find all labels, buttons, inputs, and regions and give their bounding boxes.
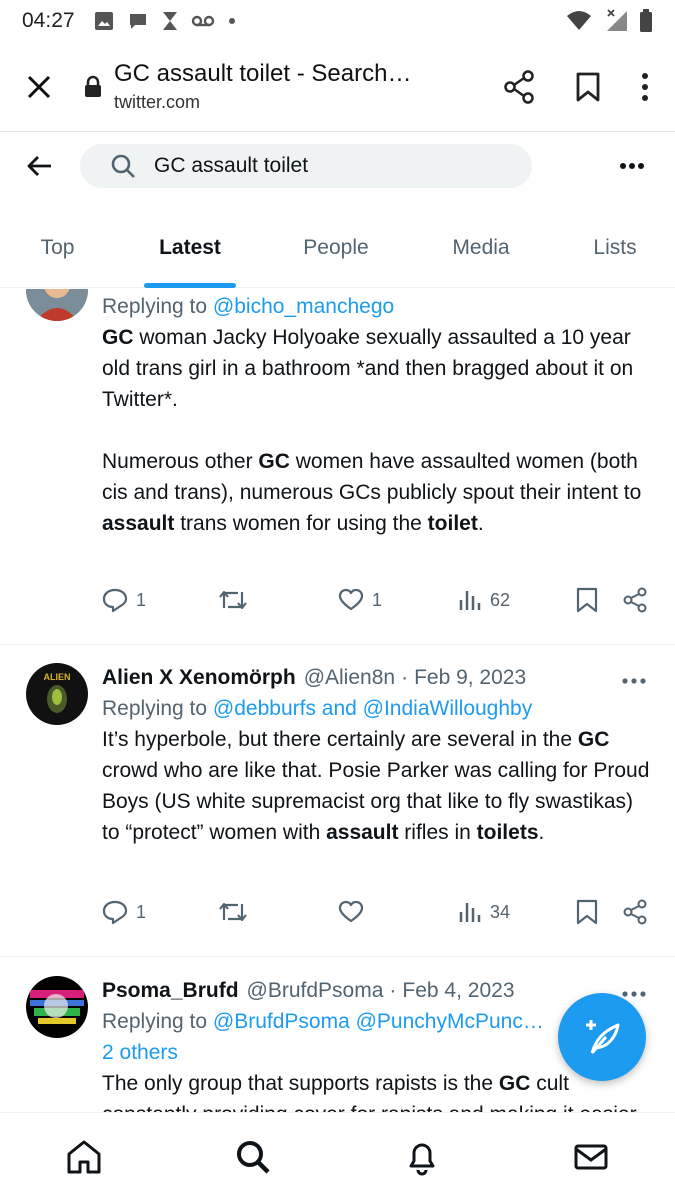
share-button[interactable] xyxy=(622,587,648,613)
reply-button[interactable]: 1 xyxy=(102,588,146,612)
battery-icon xyxy=(640,9,652,32)
reply-mention-link[interactable]: @debburfs and @IndiaWilloughby xyxy=(213,697,532,720)
handle[interactable]: @Alien8n xyxy=(304,666,395,690)
bookmark-icon xyxy=(576,587,598,613)
gallery-icon xyxy=(94,12,113,30)
tweet-actions: 1 34 xyxy=(102,897,650,927)
more-horizontal-icon xyxy=(622,678,646,684)
lock-icon xyxy=(85,75,101,97)
avatar-image xyxy=(26,289,88,321)
bookmark-button[interactable] xyxy=(576,587,598,613)
tweet[interactable]: Replying to @bicho_manchego GC woman Jac… xyxy=(0,289,675,645)
replying-to: Replying to @bicho_manchego xyxy=(102,295,395,318)
tweet-text: It’s hyperbole, but there certainly are … xyxy=(102,728,656,844)
display-name[interactable]: Psoma_Brufd xyxy=(102,979,239,1003)
share-icon xyxy=(623,899,647,925)
reply-others-link[interactable]: 2 others xyxy=(102,1041,178,1064)
compose-tweet-button[interactable] xyxy=(558,993,646,1081)
avatar[interactable] xyxy=(26,976,88,1038)
share-icon[interactable] xyxy=(503,69,535,104)
retweet-icon xyxy=(219,902,247,922)
search-icon xyxy=(111,154,135,178)
home-icon[interactable] xyxy=(65,1138,103,1176)
reply-mention-link[interactable]: @BrufdPsoma @PunchyMcPunc… xyxy=(213,1010,544,1033)
voicemail-icon xyxy=(191,15,214,27)
reply-icon xyxy=(102,588,128,612)
views-button[interactable]: 34 xyxy=(458,900,510,924)
more-options-button[interactable] xyxy=(619,157,645,175)
tweet-feed[interactable]: Replying to @bicho_manchego GC woman Jac… xyxy=(0,289,675,1112)
avatar-image xyxy=(26,976,88,1038)
dot-icon xyxy=(228,18,235,24)
heart-icon xyxy=(338,900,364,923)
arrow-left-icon xyxy=(27,156,51,176)
tab-people[interactable]: People xyxy=(265,220,407,276)
page-domain: twitter.com xyxy=(114,92,201,112)
tweet-text: GC woman Jacky Holyoake sexually assault… xyxy=(102,326,648,535)
retweet-button[interactable] xyxy=(218,588,248,612)
tweet-date[interactable]: Feb 4, 2023 xyxy=(402,979,514,1003)
reply-icon xyxy=(102,900,128,924)
tweet-text: The only group that supports rapists is … xyxy=(102,1072,637,1112)
reply-button[interactable]: 1 xyxy=(102,900,146,924)
share-button[interactable] xyxy=(622,899,648,925)
retweet-icon xyxy=(219,590,247,610)
tweet-more-button[interactable] xyxy=(622,666,646,690)
notifications-bell-icon[interactable] xyxy=(403,1138,441,1176)
search-tabs: Top Latest People Media Lists xyxy=(0,220,675,288)
tweet-date[interactable]: Feb 9, 2023 xyxy=(414,666,526,690)
status-bar: 04:27 xyxy=(0,0,675,42)
overflow-menu-icon[interactable] xyxy=(641,72,649,102)
tweet-actions: 1 1 62 xyxy=(102,585,650,615)
search-header: GC assault toilet xyxy=(0,132,675,200)
more-horizontal-icon xyxy=(622,991,646,997)
messages-envelope-icon[interactable] xyxy=(572,1138,610,1176)
tab-top[interactable]: Top xyxy=(0,220,115,276)
close-button[interactable] xyxy=(0,74,78,100)
clock: 04:27 xyxy=(22,9,75,32)
handle[interactable]: @BrufdPsoma xyxy=(247,979,384,1003)
tab-lists[interactable]: Lists xyxy=(555,220,675,276)
hourglass-icon xyxy=(162,12,177,30)
bottom-navigation xyxy=(0,1112,675,1200)
bookmark-icon[interactable] xyxy=(575,72,601,102)
views-icon xyxy=(459,903,481,922)
bookmark-button[interactable] xyxy=(576,899,598,925)
signal-icon xyxy=(607,9,627,31)
search-input[interactable]: GC assault toilet xyxy=(80,144,532,188)
more-horizontal-icon xyxy=(620,163,644,169)
display-name[interactable]: Alien X Xenomörph xyxy=(102,666,296,690)
search-query: GC assault toilet xyxy=(154,154,309,177)
retweet-button[interactable] xyxy=(218,900,248,924)
bookmark-icon xyxy=(576,899,598,925)
reply-mention-link[interactable]: @bicho_manchego xyxy=(213,295,394,318)
avatar[interactable] xyxy=(26,289,88,321)
search-icon[interactable] xyxy=(234,1138,272,1176)
tweet-header: Alien X Xenomörph @Alien8n · Feb 9, 2023 xyxy=(102,663,650,693)
compose-feather-icon xyxy=(586,1020,620,1054)
wifi-icon xyxy=(567,11,591,30)
tweet[interactable]: ALIEN Alien X Xenomörph @Alien8n · Feb 9… xyxy=(0,645,675,957)
tweet-header: Psoma_Brufd @BrufdPsoma · Feb 4, 2023 xyxy=(102,976,650,1006)
chat-icon xyxy=(129,14,146,29)
back-button[interactable] xyxy=(0,155,80,177)
close-icon xyxy=(27,75,51,98)
share-icon xyxy=(623,587,647,613)
like-button[interactable] xyxy=(338,900,364,924)
views-button[interactable]: 62 xyxy=(458,588,510,612)
tab-latest[interactable]: Latest xyxy=(115,220,265,288)
replying-to: Replying to @debburfs and @IndiaWillough… xyxy=(102,697,533,720)
browser-toolbar: GC assault toilet - Search… twitter.com xyxy=(0,42,675,132)
active-tab-indicator xyxy=(144,283,236,288)
tab-media[interactable]: Media xyxy=(407,220,555,276)
avatar-label: ALIEN xyxy=(43,672,71,682)
avatar[interactable]: ALIEN xyxy=(26,663,88,725)
page-title: GC assault toilet - Search… xyxy=(114,60,412,87)
views-icon xyxy=(459,591,481,610)
heart-icon xyxy=(338,588,364,611)
like-button[interactable]: 1 xyxy=(338,588,382,612)
